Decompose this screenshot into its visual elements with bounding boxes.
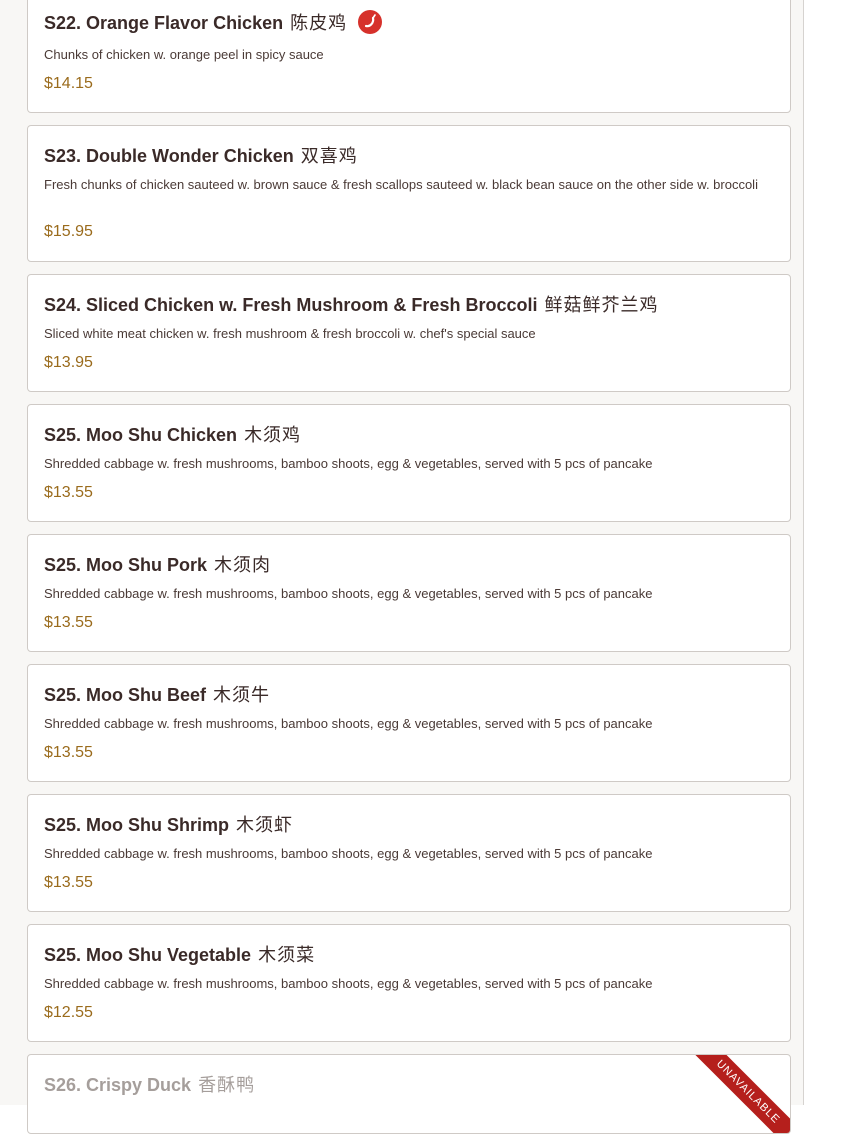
item-title: S22. Orange Flavor Chicken 陈皮鸡 <box>44 9 383 35</box>
item-description: Chunks of chicken w. orange peel in spic… <box>44 47 324 62</box>
item-name: S25. Moo Shu Shrimp <box>44 815 230 835</box>
item-name-chinese: 鲜菇鲜芥兰鸡 <box>544 295 659 315</box>
item-description: Shredded cabbage w. fresh mushrooms, bam… <box>44 716 653 731</box>
item-title: S23. Double Wonder Chicken 双喜鸡 <box>44 142 358 168</box>
item-title: S25. Moo Shu Chicken 木须鸡 <box>44 421 301 447</box>
item-name: S25. Moo Shu Vegetable <box>44 945 252 965</box>
item-title: S25. Moo Shu Pork 木须肉 <box>44 551 271 577</box>
menu-item-card[interactable]: S25. Moo Shu Beef 木须牛 Shredded cabbage w… <box>27 664 791 782</box>
menu-item-card[interactable]: S25. Moo Shu Pork 木须肉 Shredded cabbage w… <box>27 534 791 652</box>
item-price: $15.95 <box>44 223 93 240</box>
item-description: Shredded cabbage w. fresh mushrooms, bam… <box>44 586 653 601</box>
item-title: S26. Crispy Duck 香酥鸭 <box>44 1071 255 1097</box>
menu-item-card[interactable]: S22. Orange Flavor Chicken 陈皮鸡 Chunks of… <box>27 0 791 113</box>
item-name: S25. Moo Shu Pork <box>44 555 208 575</box>
item-name-chinese: 陈皮鸡 <box>290 13 348 33</box>
menu-item-card[interactable]: S24. Sliced Chicken w. Fresh Mushroom & … <box>27 274 791 392</box>
item-title: S24. Sliced Chicken w. Fresh Mushroom & … <box>44 291 658 317</box>
item-price: $13.55 <box>44 484 93 501</box>
item-name: S25. Moo Shu Beef <box>44 685 207 705</box>
item-name: S24. Sliced Chicken w. Fresh Mushroom & … <box>44 295 538 315</box>
item-price: $13.55 <box>44 744 93 761</box>
menu-item-card[interactable]: S25. Moo Shu Vegetable 木须菜 Shredded cabb… <box>27 924 791 1042</box>
item-price: $13.55 <box>44 874 93 891</box>
item-name-chinese: 木须鸡 <box>244 425 302 445</box>
item-name: S26. Crispy Duck <box>44 1075 192 1095</box>
item-description: Sliced white meat chicken w. fresh mushr… <box>44 326 536 341</box>
menu-item-card[interactable]: S23. Double Wonder Chicken 双喜鸡 Fresh chu… <box>27 125 791 262</box>
item-name: S25. Moo Shu Chicken <box>44 425 238 445</box>
item-price: $14.15 <box>44 75 93 92</box>
item-title: S25. Moo Shu Beef 木须牛 <box>44 681 270 707</box>
unavailable-ribbon: UNAVAILABLE <box>683 1055 790 1133</box>
item-name: S22. Orange Flavor Chicken <box>44 13 284 33</box>
spicy-icon <box>358 10 383 34</box>
item-title: S25. Moo Shu Vegetable 木须菜 <box>44 941 315 967</box>
item-price: $12.55 <box>44 1004 93 1021</box>
menu-item-card-unavailable: S26. Crispy Duck 香酥鸭 UNAVAILABLE <box>27 1054 791 1134</box>
item-description: Shredded cabbage w. fresh mushrooms, bam… <box>44 846 653 861</box>
item-name-chinese: 双喜鸡 <box>300 146 358 166</box>
item-name-chinese: 香酥鸭 <box>198 1075 256 1095</box>
menu-item-card[interactable]: S25. Moo Shu Chicken 木须鸡 Shredded cabbag… <box>27 404 791 522</box>
item-name-chinese: 木须虾 <box>236 815 294 835</box>
item-name-chinese: 木须牛 <box>213 685 271 705</box>
item-price: $13.55 <box>44 614 93 631</box>
item-title: S25. Moo Shu Shrimp 木须虾 <box>44 811 293 837</box>
item-name: S23. Double Wonder Chicken <box>44 146 294 166</box>
item-description: Shredded cabbage w. fresh mushrooms, bam… <box>44 976 653 991</box>
item-description: Fresh chunks of chicken sauteed w. brown… <box>44 177 758 192</box>
item-price: $13.95 <box>44 354 93 371</box>
item-name-chinese: 木须肉 <box>214 555 272 575</box>
item-name-chinese: 木须菜 <box>258 945 316 965</box>
item-description: Shredded cabbage w. fresh mushrooms, bam… <box>44 456 653 471</box>
menu-panel: S22. Orange Flavor Chicken 陈皮鸡 Chunks of… <box>0 0 804 1134</box>
menu-item-card[interactable]: S25. Moo Shu Shrimp 木须虾 Shredded cabbage… <box>27 794 791 912</box>
